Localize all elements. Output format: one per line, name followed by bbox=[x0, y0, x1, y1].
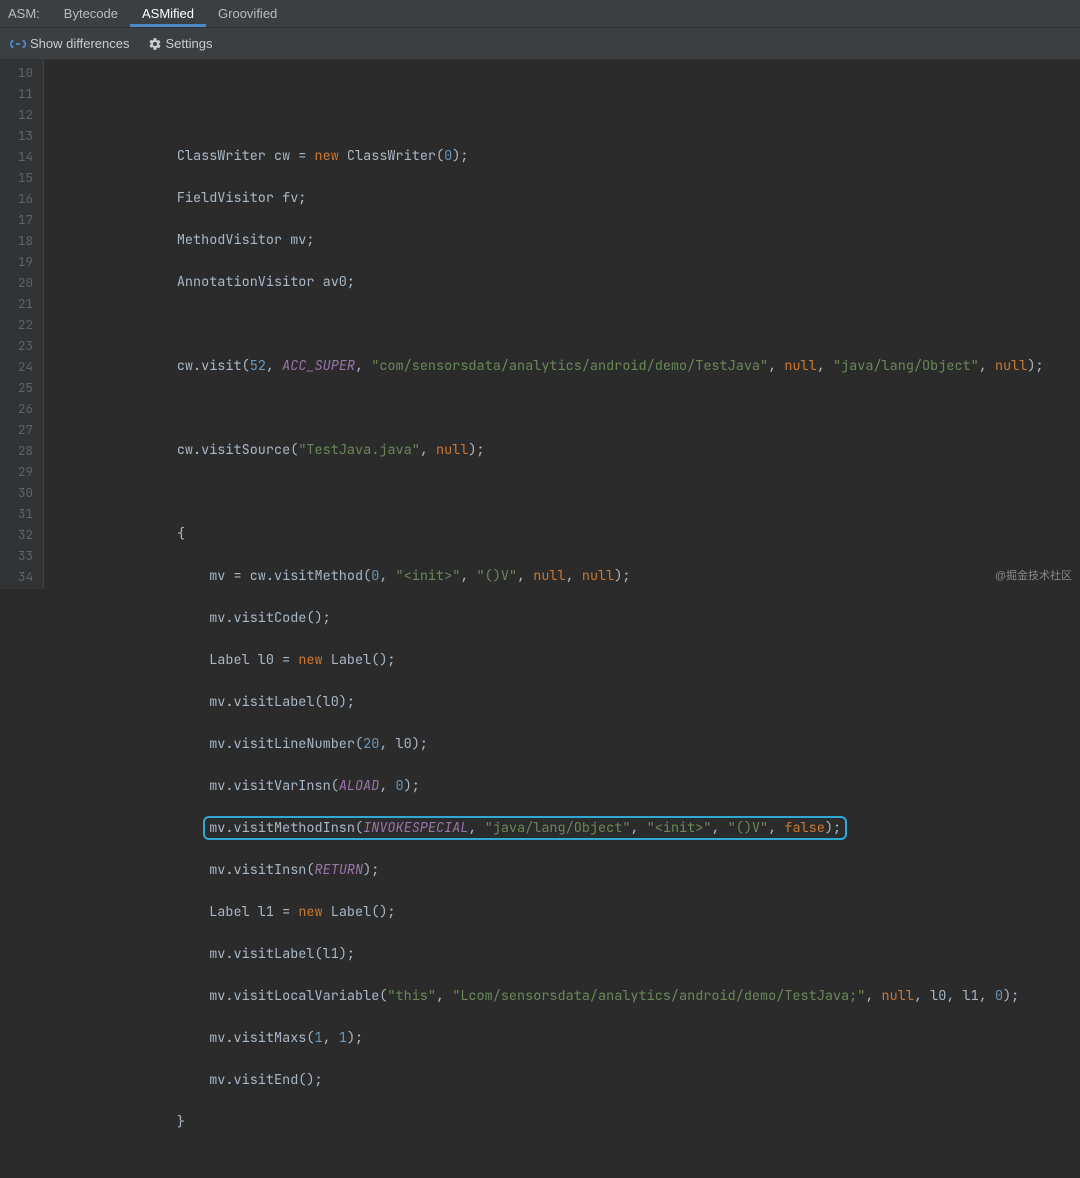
line-number: 28 bbox=[0, 440, 33, 461]
line-number: 29 bbox=[0, 461, 33, 482]
asm-topbar: ASM: Bytecode ASMified Groovified bbox=[0, 0, 1080, 28]
line-number: 26 bbox=[0, 398, 33, 419]
line-gutter: 1011121314151617181920212223242526272829… bbox=[0, 60, 44, 589]
code-line: mv = cw.visitMethod(0, "<init>", "()V", … bbox=[112, 566, 1080, 587]
tab-bytecode[interactable]: Bytecode bbox=[52, 1, 130, 26]
line-number: 11 bbox=[0, 83, 33, 104]
line-number: 22 bbox=[0, 314, 33, 335]
code-line: mv.visitMaxs(1, 1); bbox=[112, 1028, 1080, 1049]
line-number: 20 bbox=[0, 272, 33, 293]
code-line bbox=[112, 482, 1080, 503]
line-number: 24 bbox=[0, 356, 33, 377]
code-line bbox=[112, 398, 1080, 419]
diff-icon bbox=[10, 38, 26, 50]
code-line: Label l0 = new Label(); bbox=[112, 650, 1080, 671]
code-line: mv.visitLabel(l0); bbox=[112, 692, 1080, 713]
line-number: 15 bbox=[0, 167, 33, 188]
settings-label: Settings bbox=[166, 36, 213, 51]
asm-label: ASM: bbox=[8, 6, 40, 21]
code-line: cw.visit(52, ACC_SUPER, "com/sensorsdata… bbox=[112, 356, 1080, 377]
line-number: 30 bbox=[0, 482, 33, 503]
code-line: cw.visitSource("TestJava.java", null); bbox=[112, 440, 1080, 461]
code-editor[interactable]: 1011121314151617181920212223242526272829… bbox=[0, 60, 1080, 589]
code-line: mv.visitLabel(l1); bbox=[112, 944, 1080, 965]
line-number: 32 bbox=[0, 524, 33, 545]
code-line: mv.visitVarInsn(ALOAD, 0); bbox=[112, 776, 1080, 797]
line-number: 16 bbox=[0, 188, 33, 209]
code-line: mv.visitEnd(); bbox=[112, 1070, 1080, 1091]
line-number: 31 bbox=[0, 503, 33, 524]
gutter-divider bbox=[44, 60, 52, 589]
show-differences-button[interactable]: Show differences bbox=[10, 36, 130, 51]
gear-icon bbox=[148, 37, 162, 51]
code-line bbox=[112, 104, 1080, 125]
watermark: @掘金技术社区 bbox=[995, 567, 1072, 583]
code-line: { bbox=[112, 524, 1080, 545]
line-number: 27 bbox=[0, 419, 33, 440]
line-number: 17 bbox=[0, 209, 33, 230]
code-line: mv.visitLineNumber(20, l0); bbox=[112, 734, 1080, 755]
line-number: 23 bbox=[0, 335, 33, 356]
code-line-highlighted: mv.visitMethodInsn(INVOKESPECIAL, "java/… bbox=[112, 818, 1080, 839]
tab-asmified[interactable]: ASMified bbox=[130, 1, 206, 27]
show-differences-label: Show differences bbox=[30, 36, 130, 51]
code-line: Label l1 = new Label(); bbox=[112, 902, 1080, 923]
code-line bbox=[112, 314, 1080, 335]
code-line: ClassWriter cw = new ClassWriter(0); bbox=[112, 146, 1080, 167]
line-number: 21 bbox=[0, 293, 33, 314]
code-line: FieldVisitor fv; bbox=[112, 188, 1080, 209]
code-line: } bbox=[112, 1112, 1080, 1133]
code-line: mv.visitLocalVariable("this", "Lcom/sens… bbox=[112, 986, 1080, 1007]
line-number: 34 bbox=[0, 566, 33, 587]
settings-button[interactable]: Settings bbox=[148, 36, 213, 51]
asm-toolbar: Show differences Settings bbox=[0, 28, 1080, 60]
line-number: 13 bbox=[0, 125, 33, 146]
line-number: 19 bbox=[0, 251, 33, 272]
line-number: 10 bbox=[0, 62, 33, 83]
code-area[interactable]: ClassWriter cw = new ClassWriter(0); Fie… bbox=[52, 60, 1080, 589]
code-line: AnnotationVisitor av0; bbox=[112, 272, 1080, 293]
line-number: 18 bbox=[0, 230, 33, 251]
line-number: 14 bbox=[0, 146, 33, 167]
line-number: 12 bbox=[0, 104, 33, 125]
line-number: 33 bbox=[0, 545, 33, 566]
code-line: mv.visitInsn(RETURN); bbox=[112, 860, 1080, 881]
code-line: MethodVisitor mv; bbox=[112, 230, 1080, 251]
line-number: 25 bbox=[0, 377, 33, 398]
code-line: mv.visitCode(); bbox=[112, 608, 1080, 629]
tab-groovified[interactable]: Groovified bbox=[206, 1, 289, 26]
